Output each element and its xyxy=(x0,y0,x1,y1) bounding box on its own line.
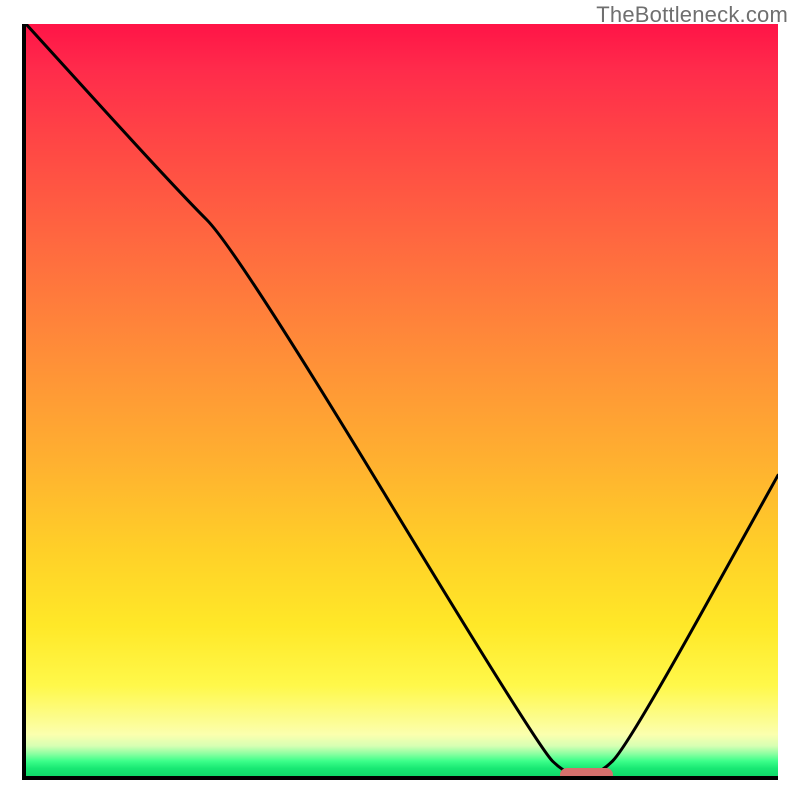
chart-plot-area xyxy=(22,24,778,780)
chart-line xyxy=(26,24,778,776)
optimum-marker xyxy=(560,768,613,780)
